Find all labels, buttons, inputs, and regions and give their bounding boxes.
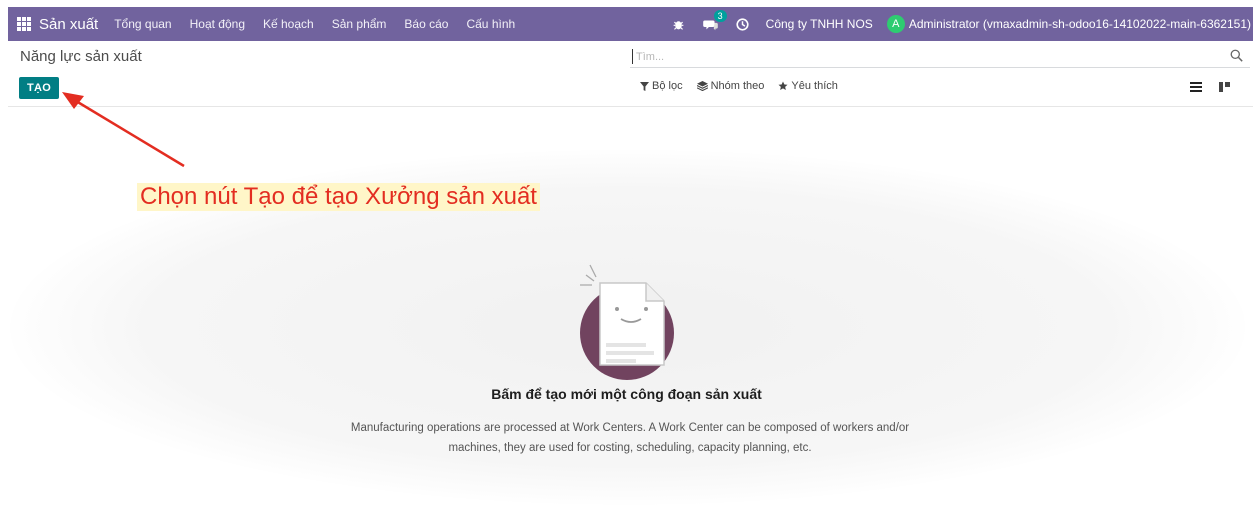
divider xyxy=(8,106,1253,107)
filter-label: Bộ lọc xyxy=(652,80,683,92)
view-switcher xyxy=(1189,80,1231,94)
list-view-icon[interactable] xyxy=(1189,80,1203,94)
page: Sản xuất Tổng quan Hoạt động Kế hoạch Sả… xyxy=(0,0,1253,510)
menu-products[interactable]: Sản phẩm xyxy=(332,17,387,31)
navbar-systray: 3 Công ty TNHH NOS A Administrator (vmax… xyxy=(670,7,1253,41)
app-name[interactable]: Sản xuất xyxy=(39,16,98,33)
empty-document-illustration xyxy=(580,264,674,380)
bug-icon[interactable] xyxy=(670,15,688,33)
group-by-label: Nhóm theo xyxy=(710,80,765,92)
favorites-dropdown[interactable]: Yêu thích xyxy=(778,80,838,92)
star-icon xyxy=(778,81,788,90)
kanban-view-icon[interactable] xyxy=(1217,80,1231,94)
avatar[interactable]: A xyxy=(886,15,905,33)
menu-overview[interactable]: Tổng quan xyxy=(114,17,171,31)
favorites-label: Yêu thích xyxy=(791,80,838,92)
menu-configuration[interactable]: Cấu hình xyxy=(466,17,515,31)
menu-planning[interactable]: Kế hoạch xyxy=(263,17,314,31)
create-button[interactable]: TẠO xyxy=(19,77,59,99)
company-switcher[interactable]: Công ty TNHH NOS xyxy=(766,17,873,31)
user-menu[interactable]: Administrator (vmaxadmin-sh-odoo16-14102… xyxy=(909,17,1251,31)
breadcrumb: Năng lực sản xuất xyxy=(20,48,142,65)
filter-dropdown[interactable]: Bộ lọc xyxy=(640,80,683,92)
top-navbar: Sản xuất Tổng quan Hoạt động Kế hoạch Sả… xyxy=(8,7,1253,41)
group-by-dropdown[interactable]: Nhóm theo xyxy=(696,80,765,92)
search-input[interactable] xyxy=(633,50,1230,63)
search-bar xyxy=(630,46,1250,68)
layers-icon xyxy=(696,81,708,91)
apps-grid-icon[interactable] xyxy=(17,17,31,31)
empty-state-title: Bấm để tạo mới một công đoạn sản xuất xyxy=(491,386,762,402)
search-panel-options: Bộ lọc Nhóm theo Yêu thích xyxy=(640,80,852,92)
messages-badge: 3 xyxy=(713,10,727,22)
menu-reporting[interactable]: Báo cáo xyxy=(404,17,448,31)
clock-icon[interactable] xyxy=(734,15,752,33)
search-icon[interactable] xyxy=(1230,49,1246,65)
tutorial-annotation: Chọn nút Tạo để tạo Xưởng sản xuất xyxy=(137,183,540,211)
filter-icon xyxy=(640,81,649,91)
menu-operations[interactable]: Hoạt động xyxy=(190,17,245,31)
chat-icon[interactable]: 3 xyxy=(702,10,727,33)
empty-state-description: Manufacturing operations are processed a… xyxy=(350,422,910,454)
